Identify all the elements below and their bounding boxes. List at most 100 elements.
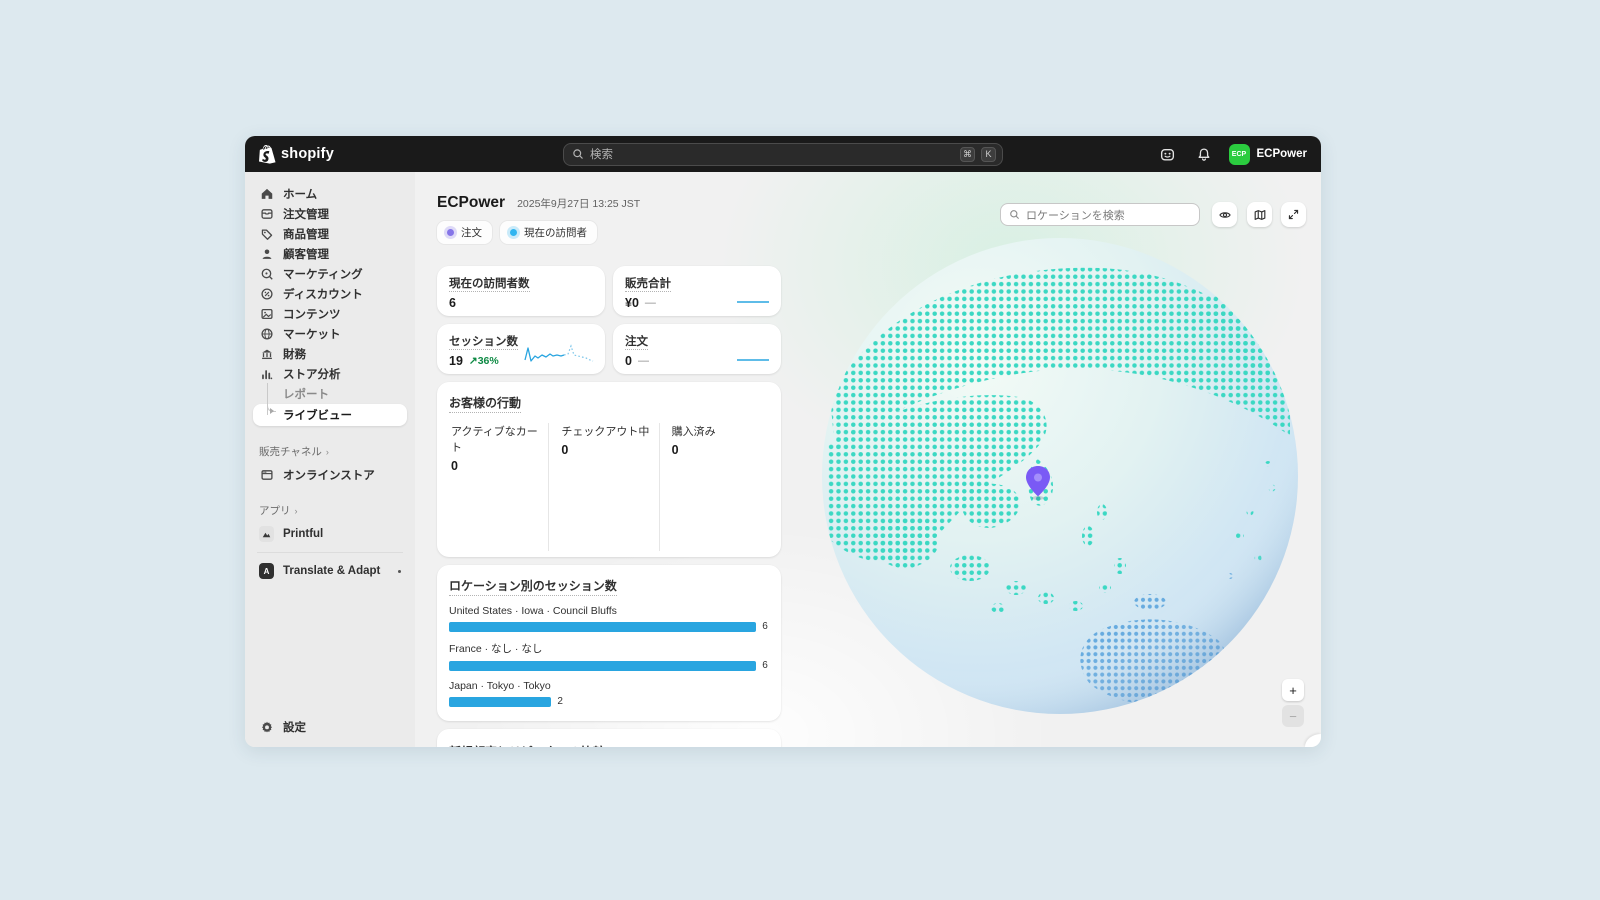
fullscreen-button[interactable] [1281, 202, 1306, 227]
globe-rim-shade [822, 238, 1298, 714]
metric-sales-value: ¥0 [625, 296, 639, 310]
customer-behavior-card: お客様の行動 アクティブなカート 0 チェックアウト中 0 購入済み 0 [437, 382, 781, 557]
shopify-admin-window: shopify 検索 ⌘ K ECP ECPower [245, 136, 1321, 747]
sales-channels-heading[interactable]: 販売チャネル › [253, 444, 407, 459]
visitors-dot-icon [510, 229, 517, 236]
sidebar-item-marketing[interactable]: マーケティング [253, 264, 407, 284]
metric-sales-label[interactable]: 販売合計 [625, 278, 671, 292]
tree-elbow-arrow [267, 398, 276, 412]
sidebar-item-printful[interactable]: Printful [253, 524, 407, 544]
sidebar-item-analytics[interactable]: ストア分析 [253, 364, 407, 384]
sidebar-item-orders[interactable]: 注文管理 [253, 204, 407, 224]
map-location-search-input[interactable]: ロケーションを検索 [1000, 203, 1200, 226]
sales-flatline-chart [737, 300, 769, 304]
metric-card-visitors: 現在の訪問者数 6 [437, 266, 605, 316]
visibility-toggle-button[interactable] [1212, 202, 1237, 227]
metric-visitors-value: 6 [449, 296, 456, 310]
location-row: Japan · Tokyo · Tokyo 2 [449, 680, 769, 707]
orders-flatline-chart [737, 358, 769, 362]
resize-corner-handle[interactable] [1305, 734, 1321, 747]
map-style-button[interactable] [1247, 202, 1272, 227]
metric-sessions-value: 19 [449, 354, 463, 368]
finances-icon [259, 347, 274, 361]
metric-visitors-label[interactable]: 現在の訪問者数 [449, 278, 530, 292]
shopify-logo[interactable]: shopify [259, 145, 334, 164]
sidebar-item-finances[interactable]: 財務 [253, 344, 407, 364]
sessions-by-location-card: ロケーション別のセッション数 United States · Iowa · Co… [437, 565, 781, 721]
search-placeholder: 検索 [590, 146, 613, 162]
behavior-title[interactable]: お客様の行動 [449, 394, 521, 413]
orders-dot-icon [447, 229, 454, 236]
avatar: ECP [1229, 144, 1250, 165]
shortcut-k-key: K [981, 147, 996, 162]
metric-sessions-label[interactable]: セッション数 [449, 336, 518, 350]
current-datetime: 2025年9月27日 13:25 JST [517, 196, 640, 211]
sidebar-item-customers[interactable]: 顧客管理 [253, 244, 407, 264]
discount-icon [259, 287, 274, 301]
metric-card-orders: 注文 0 — [613, 324, 781, 374]
sessions-sparkline-chart [523, 343, 595, 367]
metric-card-sales: 販売合計 ¥0 — [613, 266, 781, 316]
live-view-content: ECPower 2025年9月27日 13:25 JST 注文 現在の訪問者 現… [437, 194, 781, 747]
sessions-delta-badge: ↗36% [469, 355, 499, 367]
search-icon [1009, 209, 1020, 220]
sidebar-item-online-store[interactable]: オンラインストア [253, 465, 407, 485]
behavior-active-carts: アクティブなカート 0 [449, 423, 549, 551]
location-row: France · なし · なし 6 [449, 641, 769, 671]
map-zoom-out-button[interactable]: − [1282, 705, 1304, 727]
topbar: shopify 検索 ⌘ K ECP ECPower [245, 136, 1321, 172]
metric-orders-value: 0 [625, 354, 632, 368]
sidebar-item-home[interactable]: ホーム [253, 184, 407, 204]
marketing-icon [259, 267, 274, 281]
content-icon [259, 307, 274, 321]
online-store-icon [259, 468, 274, 482]
legend-visitors-toggle[interactable]: 現在の訪問者 [500, 221, 597, 244]
orders-icon [259, 207, 274, 221]
comparison-title[interactable]: 新規顧客とリピーターの比較 [449, 743, 605, 747]
new-vs-returning-card: 新規顧客とリピーターの比較 [437, 729, 781, 747]
app-pin-dot [398, 570, 401, 573]
legend-orders-toggle[interactable]: 注文 [437, 221, 492, 244]
sidebar-item-products[interactable]: 商品管理 [253, 224, 407, 244]
page-title: ECPower [437, 194, 505, 212]
expand-icon [1287, 208, 1300, 221]
translate-adapt-icon: A [259, 563, 274, 579]
eye-icon [1218, 208, 1232, 222]
account-menu[interactable]: ECP ECPower [1229, 144, 1308, 165]
sidebar-item-settings[interactable]: 設定 [253, 717, 407, 737]
search-icon [572, 148, 584, 160]
map-icon [1253, 208, 1267, 222]
chevron-right-icon: › [295, 506, 298, 516]
printful-icon [259, 526, 274, 542]
location-bar [449, 622, 756, 632]
sidekick-icon[interactable] [1157, 143, 1179, 165]
metric-orders-label[interactable]: 注文 [625, 336, 648, 350]
sidebar-item-discounts[interactable]: ディスカウント [253, 284, 407, 304]
sidebar-item-translate-adapt[interactable]: A Translate & Adapt [253, 561, 407, 581]
global-search-input[interactable]: 検索 ⌘ K [563, 143, 1003, 166]
apps-heading[interactable]: アプリ › [253, 503, 407, 518]
globe[interactable] [820, 236, 1300, 716]
gear-icon [259, 720, 274, 734]
products-icon [259, 227, 274, 241]
customers-icon [259, 247, 274, 261]
analytics-icon [259, 367, 274, 381]
sidebar-item-content[interactable]: コンテンツ [253, 304, 407, 324]
metric-card-sessions: セッション数 19 ↗36% [437, 324, 605, 374]
account-name: ECPower [1257, 148, 1308, 160]
location-row: United States · Iowa · Council Bluffs 6 [449, 605, 769, 632]
notifications-bell-icon[interactable] [1193, 143, 1215, 165]
chevron-right-icon: › [326, 447, 329, 457]
shopify-wordmark: shopify [281, 146, 334, 162]
locations-title[interactable]: ロケーション別のセッション数 [449, 577, 617, 596]
location-bar [449, 661, 756, 671]
map-zoom-in-button[interactable]: + [1282, 679, 1304, 701]
sidebar-item-markets[interactable]: マーケット [253, 324, 407, 344]
shortcut-cmd-key: ⌘ [960, 147, 975, 162]
markets-icon [259, 327, 274, 341]
live-view-map-area: ロケーションを検索 + − ECPower 2025年9月27日 13:25 J… [415, 172, 1321, 747]
arrow-up-icon: ↗ [469, 355, 478, 367]
behavior-purchased: 購入済み 0 [660, 423, 769, 551]
map-search-placeholder: ロケーションを検索 [1026, 207, 1125, 223]
home-icon [259, 187, 274, 201]
